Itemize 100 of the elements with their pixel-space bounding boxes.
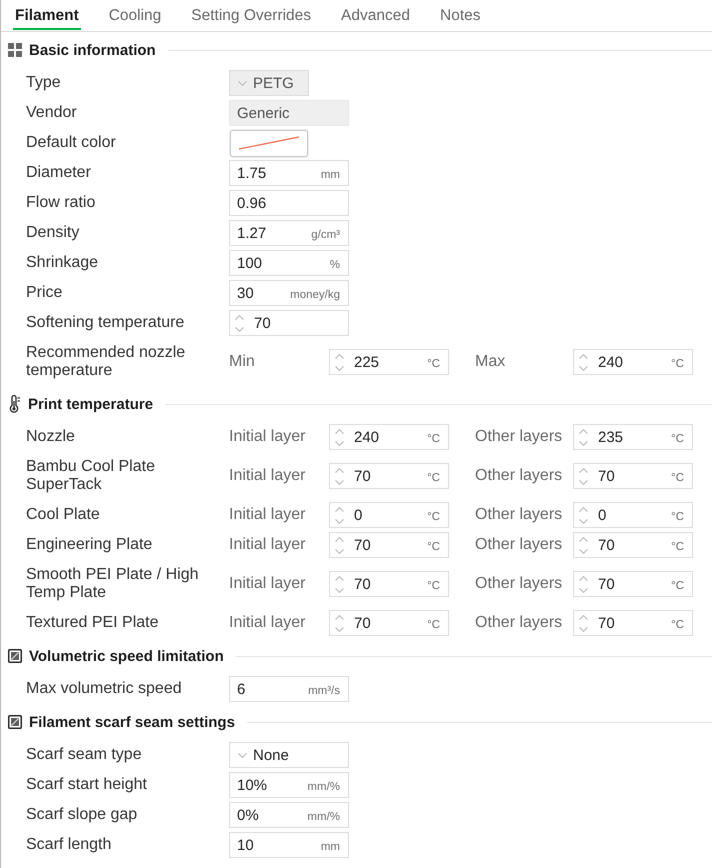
unit-label: °C [427,510,440,522]
section-title: Volumetric speed limitation [29,648,224,664]
grid-icon [8,43,22,57]
field-label: Other layers [475,467,562,485]
number-field[interactable]: 235 °C [573,424,693,450]
chevron-up-icon[interactable] [579,576,588,580]
chevron-down-icon[interactable] [235,326,244,332]
chevron-down-icon[interactable] [579,588,588,592]
field-label: Max [475,353,506,371]
text-field[interactable]: 6 mm³/s [229,676,349,702]
tab[interactable]: Setting Overrides [189,0,314,30]
chevron-up-icon[interactable] [579,614,588,620]
field-label: Textured PEI Plate [26,614,159,632]
text-field[interactable]: 10% mm/% [229,772,349,798]
field-label: Engineering Plate [26,536,152,554]
field-label: Diameter [26,164,91,182]
field-label: Max volumetric speed [26,680,182,698]
chevron-down-icon[interactable] [335,480,344,484]
chevron-up-icon[interactable] [335,468,344,472]
field-label: Cool Plate [26,506,100,524]
chevron-down-icon[interactable] [579,440,588,446]
chevron-down-icon[interactable] [579,366,588,370]
color-button[interactable] [230,130,308,156]
text-field[interactable]: 10 mm [229,832,349,858]
chevron-down-icon[interactable] [335,518,344,524]
number-field[interactable]: 70 °C [573,532,693,558]
section-title: Print temperature [28,396,154,412]
chevron-down-icon[interactable] [335,440,344,446]
number-field[interactable]: 70 [229,310,349,336]
chevron-down-icon[interactable] [579,626,588,632]
unit-label: °C [427,580,440,592]
chevron-up-icon[interactable] [335,536,344,542]
text-field[interactable]: 30 money/kg [229,280,349,306]
text-field[interactable]: 0% mm/% [229,802,349,828]
text-field[interactable]: 0.96 [229,190,349,216]
chevron-up-icon[interactable] [335,614,344,620]
unit-label: money/kg [290,288,340,300]
number-field[interactable]: 0 °C [573,502,693,528]
chevron-up-icon[interactable] [335,506,344,512]
number-field[interactable]: 70 °C [573,610,693,636]
number-field[interactable]: 70 °C [329,532,449,558]
unit-label: °C [427,472,440,484]
number-field[interactable]: 0 °C [329,502,449,528]
field-label: Scarf length [26,836,112,854]
number-field[interactable]: 240 °C [573,349,693,375]
text-field[interactable]: 1.27 g/cm³ [229,220,349,246]
text-field[interactable]: 100 % [229,250,349,276]
chevron-down-icon[interactable] [579,480,588,484]
chevron-up-icon[interactable] [579,536,588,542]
chevron-down-icon[interactable] [579,548,588,554]
number-field[interactable]: 225 °C [329,349,449,375]
tab[interactable]: Filament [13,0,81,30]
number-field[interactable]: 70 °C [573,463,693,489]
field-label: Vendor [26,104,77,122]
field-label: Initial layer [229,575,306,593]
unit-label: °C [427,432,440,444]
field-label: Scarf start height [26,776,147,794]
chevron-up-icon[interactable] [579,468,588,472]
chevron-up-icon[interactable] [335,428,344,434]
unit-label: °C [671,472,684,484]
field-label: Price [26,284,62,302]
chevron-down-icon[interactable] [335,588,344,592]
field-label: Nozzle [26,428,75,446]
field-label: Min [229,353,255,371]
unit-label: mm/% [307,780,340,792]
number-field[interactable]: 70 °C [329,610,449,636]
unit-label: mm³/s [308,684,340,696]
field-label: Initial layer [229,614,306,632]
field-label: Other layers [475,506,562,524]
tab[interactable]: Notes [438,0,482,30]
number-field[interactable]: 240 °C [329,424,449,450]
dropdown[interactable]: None [229,742,349,768]
field-label: Scarf seam type [26,746,142,764]
chevron-down-icon [238,752,247,758]
number-field[interactable]: 70 °C [329,571,449,597]
field-label: Other layers [475,536,562,554]
chevron-down-icon[interactable] [335,626,344,632]
chevron-down-icon [238,80,247,86]
unit-label: °C [671,540,684,552]
unit-label: °C [671,510,684,522]
tab[interactable]: Advanced [339,0,412,30]
chevron-down-icon[interactable] [335,548,344,554]
tab[interactable]: Cooling [106,0,164,30]
text-field[interactable]: 1.75 mm [229,160,349,186]
field-label: Scarf slope gap [26,806,138,824]
number-field[interactable]: 70 °C [573,571,693,597]
chevron-up-icon[interactable] [579,354,588,358]
field-label: Smooth PEI Plate / High Temp Plate [26,566,200,602]
chevron-down-icon[interactable] [335,366,344,370]
chevron-up-icon[interactable] [335,354,344,358]
field-label: Softening temperature [26,314,184,332]
chevron-up-icon[interactable] [235,314,244,320]
chevron-down-icon[interactable] [579,518,588,524]
unit-label: °C [427,618,440,630]
chevron-up-icon[interactable] [579,428,588,434]
chevron-up-icon[interactable] [335,576,344,580]
hatched-square-icon [8,649,22,663]
field-label: Shrinkage [26,254,98,272]
chevron-up-icon[interactable] [579,506,588,512]
number-field[interactable]: 70 °C [329,463,449,489]
